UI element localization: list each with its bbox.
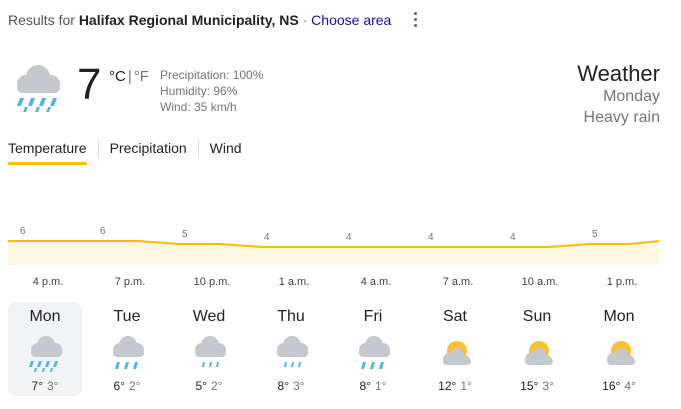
wind-detail: Wind: 35 km/h xyxy=(160,100,237,114)
forecast-temps: 6° 2° xyxy=(90,379,164,393)
unit-toggle: °C | °F xyxy=(109,68,149,85)
temperature-chart[interactable]: 6 6 5 4 4 4 4 5 xyxy=(0,215,681,275)
partly-cloudy-icon xyxy=(525,341,553,365)
time-label: 7 a.m. xyxy=(442,276,474,288)
forecast-day-name: Tue xyxy=(113,308,141,325)
chart-tabs: Temperature Precipitation Wind xyxy=(8,138,242,166)
forecast-day-name: Thu xyxy=(277,308,305,325)
time-label: 4 a.m. xyxy=(360,276,392,288)
forecast-low: 4° xyxy=(624,379,636,393)
forecast-day[interactable]: Tue 6° 2° xyxy=(90,302,164,396)
forecast-high: 5° xyxy=(195,379,207,393)
forecast-high: 8° xyxy=(277,379,289,393)
weather-condition: Heavy rain xyxy=(583,109,660,126)
results-prefix: Results for xyxy=(8,12,75,28)
choose-area-link[interactable]: Choose area xyxy=(311,12,391,28)
more-options-icon[interactable] xyxy=(408,10,422,30)
temperature-point-label: 4 xyxy=(264,232,270,243)
light-rain-icon xyxy=(195,336,226,367)
weather-title: Weather xyxy=(577,61,660,86)
forecast-temps: 15° 3° xyxy=(500,379,574,393)
forecast-low: 2° xyxy=(129,379,141,393)
heavy-rain-icon xyxy=(29,336,62,372)
forecast-low: 3° xyxy=(47,379,59,393)
forecast-temps: 7° 3° xyxy=(8,379,82,393)
daily-forecast: Mon 7° 3° Tue 6° 2° Wed 5° 2° Thu 8° 3° Fri 8° 1° Sat 12… xyxy=(8,302,664,396)
temperature-point-label: 6 xyxy=(100,226,106,237)
forecast-day[interactable]: Mon 7° 3° xyxy=(8,302,82,396)
unit-separator: | xyxy=(127,68,132,85)
forecast-low: 1° xyxy=(460,379,472,393)
weather-details: Precipitation: 100% Humidity: 96% Wind: … xyxy=(160,67,263,115)
temperature-point-label: 6 xyxy=(20,226,26,237)
forecast-temps: 5° 2° xyxy=(172,379,246,393)
time-axis: 4 p.m. 7 p.m. 10 p.m. 1 a.m. 4 a.m. 7 a.m. 10 … xyxy=(0,276,681,292)
forecast-day-name: Wed xyxy=(192,308,226,325)
time-label: 4 p.m. xyxy=(32,276,64,288)
forecast-temps: 8° 1° xyxy=(336,379,410,393)
rain-icon xyxy=(113,336,144,369)
weather-summary: Weather Monday Heavy rain xyxy=(577,62,660,128)
forecast-day-name: Sun xyxy=(522,308,552,325)
forecast-high: 7° xyxy=(31,379,43,393)
forecast-temps: 8° 3° xyxy=(254,379,328,393)
current-temperature: 7 xyxy=(77,60,102,109)
celsius-unit[interactable]: °C xyxy=(109,68,126,85)
temperature-point-label: 4 xyxy=(346,232,352,243)
forecast-low: 2° xyxy=(211,379,223,393)
forecast-day[interactable]: Sun 15° 3° xyxy=(500,302,574,396)
forecast-low: 3° xyxy=(293,379,305,393)
forecast-low: 3° xyxy=(542,379,554,393)
forecast-temps: 12° 1° xyxy=(418,379,492,393)
time-label: 7 p.m. xyxy=(114,276,146,288)
partly-cloudy-icon xyxy=(607,341,635,365)
tab-temperature[interactable]: Temperature xyxy=(8,138,87,165)
precipitation-detail: Precipitation: 100% xyxy=(160,68,264,82)
time-label: 10 p.m. xyxy=(193,276,231,288)
separator-dot: · xyxy=(302,12,308,28)
weather-day: Monday xyxy=(603,88,660,105)
forecast-high: 6° xyxy=(113,379,125,393)
tab-divider xyxy=(197,140,199,158)
temperature-point-label: 5 xyxy=(592,229,598,240)
partly-cloudy-icon xyxy=(443,341,471,365)
time-label: 10 a.m. xyxy=(521,276,559,288)
forecast-day-name: Fri xyxy=(363,308,383,325)
forecast-day[interactable]: Fri 8° 1° xyxy=(336,302,410,396)
forecast-day[interactable]: Wed 5° 2° xyxy=(172,302,246,396)
time-label: 1 a.m. xyxy=(278,276,310,288)
forecast-high: 15° xyxy=(520,379,539,393)
tab-divider xyxy=(97,140,99,158)
time-label: 1 p.m. xyxy=(606,276,638,288)
forecast-day-name: Mon xyxy=(603,308,635,325)
temperature-point-label: 4 xyxy=(510,232,516,243)
tab-precipitation[interactable]: Precipitation xyxy=(110,138,187,164)
forecast-day-name: Mon xyxy=(29,308,61,325)
temperature-area xyxy=(8,241,659,265)
fahrenheit-unit[interactable]: °F xyxy=(134,68,149,85)
forecast-temps: 16° 4° xyxy=(582,379,656,393)
temperature-point-label: 4 xyxy=(428,232,434,243)
forecast-day[interactable]: Thu 8° 3° xyxy=(254,302,328,396)
forecast-low: 1° xyxy=(375,379,387,393)
forecast-day[interactable]: Sat 12° 1° xyxy=(418,302,492,396)
temperature-point-label: 5 xyxy=(182,229,188,240)
forecast-high: 12° xyxy=(438,379,457,393)
heavy-rain-icon xyxy=(17,65,60,112)
forecast-high: 8° xyxy=(359,379,371,393)
rain-icon xyxy=(359,336,390,369)
forecast-day-name: Sat xyxy=(442,308,467,325)
tab-wind[interactable]: Wind xyxy=(210,138,242,164)
results-header: Results for Halifax Regional Municipalit… xyxy=(8,12,391,30)
forecast-high: 16° xyxy=(602,379,621,393)
humidity-detail: Humidity: 96% xyxy=(160,84,238,98)
location-name: Halifax Regional Municipality, NS xyxy=(78,12,299,28)
light-rain-icon xyxy=(277,336,308,367)
forecast-day[interactable]: Mon 16° 4° xyxy=(582,302,656,396)
